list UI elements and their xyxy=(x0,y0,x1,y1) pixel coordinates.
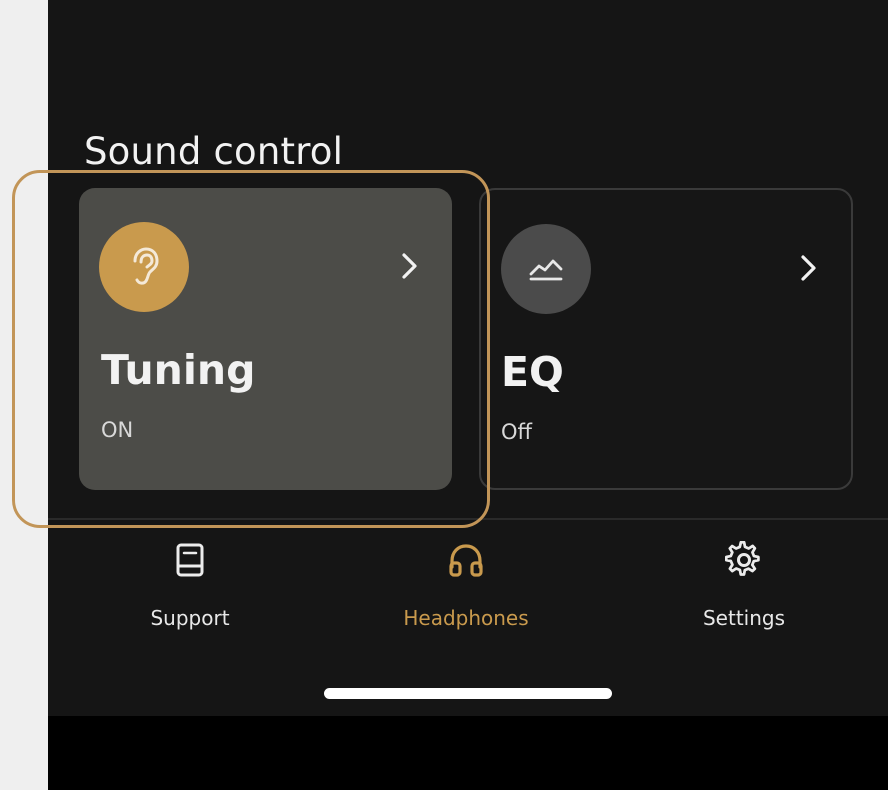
eq-graph-icon xyxy=(501,224,591,314)
ear-icon xyxy=(99,222,189,312)
card-status: Off xyxy=(501,420,532,444)
nav-item-support[interactable]: Support xyxy=(60,540,320,640)
section-title: Sound control xyxy=(84,130,344,173)
tuning-card[interactable]: Tuning ON xyxy=(79,188,452,490)
nav-label: Headphones xyxy=(403,606,529,630)
nav-item-headphones[interactable]: Headphones xyxy=(336,540,596,640)
nav-label: Settings xyxy=(702,606,786,630)
eq-card[interactable]: EQ Off xyxy=(479,188,853,490)
app-screen: Sound control Tuning ON EQ Off Support H… xyxy=(48,0,888,790)
gear-icon xyxy=(724,540,764,580)
nav-label: Support xyxy=(150,606,230,630)
chevron-right-icon xyxy=(396,246,424,286)
card-title: EQ xyxy=(501,348,564,396)
nav-item-settings[interactable]: Settings xyxy=(614,540,874,640)
card-status: ON xyxy=(101,418,134,442)
home-indicator[interactable] xyxy=(324,688,612,699)
bottom-area xyxy=(48,716,888,790)
book-icon xyxy=(170,540,210,580)
chevron-right-icon xyxy=(795,248,823,288)
card-title: Tuning xyxy=(101,346,256,394)
headphones-icon xyxy=(446,540,486,580)
divider xyxy=(48,518,888,520)
